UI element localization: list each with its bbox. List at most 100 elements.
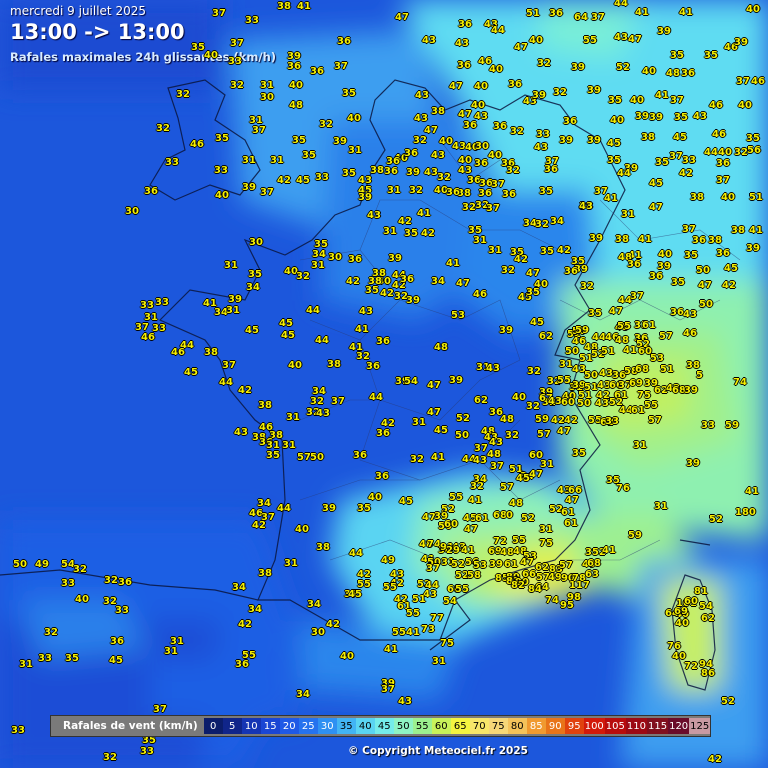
- station-value: 36: [118, 577, 132, 588]
- station-value: 37: [252, 125, 266, 136]
- station-value: 41: [355, 324, 369, 335]
- station-value: 42: [514, 254, 528, 265]
- station-value: 41: [417, 208, 431, 219]
- station-value: 36: [564, 266, 578, 277]
- station-value: 36: [110, 636, 124, 647]
- station-value: 36: [563, 116, 577, 127]
- station-value: 46: [709, 100, 723, 111]
- station-value: 72: [684, 661, 698, 672]
- station-value: 37: [490, 461, 504, 472]
- station-value: 51: [526, 8, 540, 19]
- station-value: 40: [610, 115, 624, 126]
- station-value: 31: [432, 656, 446, 667]
- station-value: 40: [488, 150, 502, 161]
- station-value: 39: [406, 295, 420, 306]
- station-value: 58: [467, 570, 481, 581]
- station-value: 34: [296, 689, 310, 700]
- station-value: 38: [327, 359, 341, 370]
- station-value: 31: [282, 440, 296, 451]
- station-value: 35: [292, 135, 306, 146]
- station-value: 36: [508, 79, 522, 90]
- station-value: 32: [156, 123, 170, 134]
- station-value: 57: [559, 560, 573, 571]
- station-value: 47: [458, 109, 472, 120]
- station-value: 32: [230, 80, 244, 91]
- station-value: 59: [725, 420, 739, 431]
- station-value: 36: [493, 121, 507, 132]
- legend-swatch: 10: [241, 718, 261, 734]
- station-value: 39: [734, 37, 748, 48]
- station-value: 33: [605, 416, 619, 427]
- station-value: 40: [289, 80, 303, 91]
- station-value: 39: [589, 233, 603, 244]
- station-value: 36: [716, 248, 730, 259]
- station-value: 36: [384, 166, 398, 177]
- station-value: 48: [434, 342, 448, 353]
- station-value: 39: [242, 182, 256, 193]
- legend-swatch: 110: [625, 718, 647, 734]
- station-value: 62: [539, 331, 553, 342]
- station-value: 49: [548, 572, 562, 583]
- station-value: 45: [607, 138, 621, 149]
- legend-swatch: 105: [604, 718, 626, 734]
- station-value: 42: [421, 228, 435, 239]
- station-value: 32: [510, 126, 524, 137]
- station-value: 40: [347, 113, 361, 124]
- station-value: 48: [487, 449, 501, 460]
- station-value: 46: [683, 328, 697, 339]
- station-value: 45: [245, 325, 259, 336]
- station-value: 36: [716, 158, 730, 169]
- station-value: 43: [415, 90, 429, 101]
- station-value: 42: [277, 175, 291, 186]
- legend-swatch: 100: [583, 718, 605, 734]
- station-value: 48: [500, 547, 514, 558]
- legend-swatch: 15: [260, 718, 280, 734]
- station-value: 69: [674, 606, 688, 617]
- station-value: 43: [473, 455, 487, 466]
- station-value: 41: [655, 90, 669, 101]
- station-value: 57: [297, 452, 311, 463]
- station-value: 36: [502, 189, 516, 200]
- station-value: 47: [649, 202, 663, 213]
- station-value: 35: [302, 150, 316, 161]
- station-value: 36: [337, 36, 351, 47]
- station-value: 44: [617, 168, 631, 179]
- station-value: 62: [701, 613, 715, 624]
- station-value: 36: [544, 164, 558, 175]
- station-value: 64: [574, 12, 588, 23]
- station-value: 37: [669, 151, 683, 162]
- legend-title: Rafales de vent (km/h): [63, 720, 198, 732]
- station-value: 40: [658, 249, 672, 260]
- station-value: 36: [670, 307, 684, 318]
- station-value: 32: [296, 271, 310, 282]
- station-value: 32: [437, 172, 451, 183]
- station-value: 36: [681, 68, 695, 79]
- station-value: 41: [468, 495, 482, 506]
- station-value: 31: [286, 412, 300, 423]
- station-value: 31: [383, 226, 397, 237]
- station-value: 40: [738, 100, 752, 111]
- station-value: 74: [545, 595, 559, 606]
- station-value: 38: [641, 132, 655, 143]
- station-value: 31: [224, 260, 238, 271]
- station-value: 31: [387, 185, 401, 196]
- station-value: 61: [475, 513, 489, 524]
- station-value: 47: [526, 268, 540, 279]
- station-value: 40: [439, 136, 453, 147]
- station-value: 36: [446, 187, 460, 198]
- station-value: 30: [249, 237, 263, 248]
- station-value: 33: [61, 578, 75, 589]
- station-value: 52: [709, 514, 723, 525]
- station-value: 98: [567, 592, 581, 603]
- station-value: 55: [383, 582, 397, 593]
- station-value: 47: [557, 426, 571, 437]
- station-value: 55: [583, 35, 597, 46]
- station-value: 43: [595, 398, 609, 409]
- station-value: 37: [230, 38, 244, 49]
- station-value: 40: [630, 95, 644, 106]
- station-value: 38: [731, 225, 745, 236]
- station-value: 31: [284, 558, 298, 569]
- station-value: 60: [561, 397, 575, 408]
- station-value: 45: [434, 425, 448, 436]
- station-value: 37: [591, 12, 605, 23]
